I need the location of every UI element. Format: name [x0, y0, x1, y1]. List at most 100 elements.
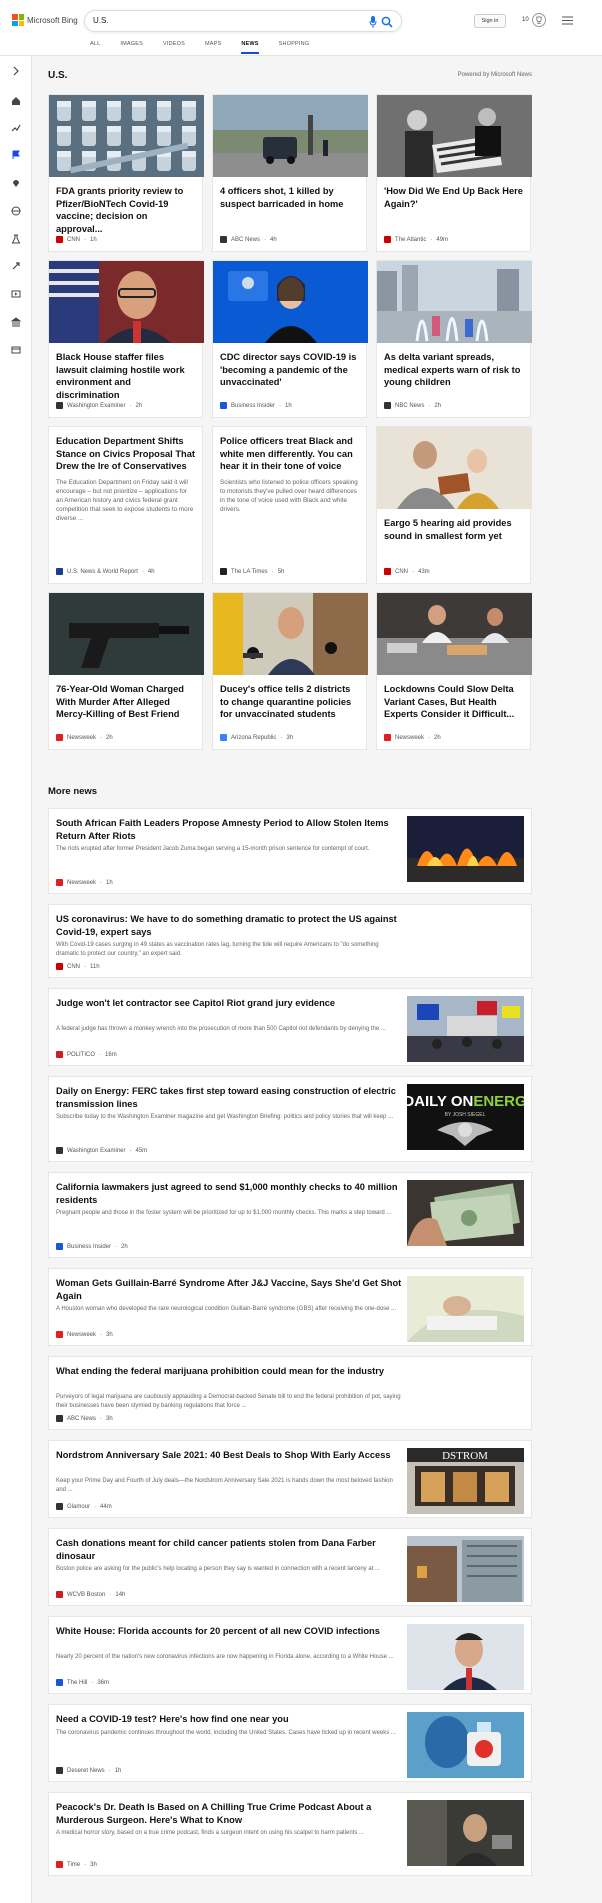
more-news-title[interactable]: Judge won't let contractor see Capitol R… — [56, 997, 402, 1010]
more-news-item[interactable]: South African Faith Leaders Propose Amne… — [48, 808, 532, 894]
news-card-title[interactable]: CDC director says COVID-19 is 'becoming … — [213, 343, 366, 389]
scope-all[interactable]: ALL — [90, 41, 100, 54]
more-news-source[interactable]: Washington Examiner · 45m — [56, 1147, 147, 1154]
news-card-title[interactable]: 76-Year-Old Woman Charged With Murder Af… — [49, 675, 202, 721]
more-news-thumbnail[interactable]: DAILY ONENERG BY JOSH SIEGEL — [403, 1084, 527, 1150]
news-card-title[interactable]: Education Department Shifts Stance on Ci… — [49, 427, 202, 473]
flag-icon[interactable] — [11, 150, 21, 160]
more-news-source[interactable]: Newsweek · 1h — [56, 879, 113, 886]
news-card-title[interactable]: Ducey's office tells 2 districts to chan… — [213, 675, 366, 721]
more-news-title[interactable]: California lawmakers just agreed to send… — [56, 1181, 402, 1207]
news-card-title[interactable]: Lockdowns Could Slow Delta Variant Cases… — [377, 675, 530, 721]
news-card-image[interactable] — [49, 261, 204, 343]
search-icon[interactable] — [381, 16, 393, 28]
film-icon[interactable] — [11, 289, 21, 299]
news-card-source[interactable]: CNN · 43m — [384, 568, 430, 575]
news-card-source[interactable]: The LA Times · 5h — [220, 568, 284, 575]
sign-in-button[interactable]: Sign in — [474, 14, 506, 28]
scope-videos[interactable]: VIDEOS — [163, 41, 185, 54]
trending-icon[interactable] — [11, 123, 21, 133]
news-card[interactable]: 4 officers shot, 1 killed by suspect bar… — [212, 94, 368, 252]
expand-icon[interactable] — [11, 66, 21, 76]
more-news-thumbnail[interactable] — [407, 1536, 524, 1602]
more-news-source[interactable]: Glamour · 44m — [56, 1503, 112, 1510]
news-card-title[interactable]: As delta variant spreads, medical expert… — [377, 343, 530, 389]
news-card-image[interactable] — [213, 261, 368, 343]
news-card-image[interactable] — [49, 95, 204, 177]
more-news-title[interactable]: Nordstrom Anniversary Sale 2021: 40 Best… — [56, 1449, 402, 1462]
scope-news[interactable]: NEWS — [241, 41, 259, 54]
news-card[interactable]: 76-Year-Old Woman Charged With Murder Af… — [48, 592, 204, 750]
news-card-source[interactable]: NBC News · 2h — [384, 402, 441, 409]
more-news-item[interactable]: Daily on Energy: FERC takes first step t… — [48, 1076, 532, 1162]
rocket-icon[interactable] — [11, 261, 21, 271]
more-news-title[interactable]: Need a COVID-19 test? Here's how find on… — [56, 1713, 402, 1726]
more-news-title[interactable]: Woman Gets Guillain-Barré Syndrome After… — [56, 1277, 402, 1303]
more-news-thumbnail[interactable] — [407, 1276, 524, 1342]
scope-shopping[interactable]: SHOPPING — [279, 41, 310, 54]
news-card-source[interactable]: Newsweek · 2h — [56, 734, 113, 741]
more-news-item[interactable]: Judge won't let contractor see Capitol R… — [48, 988, 532, 1066]
more-news-item[interactable]: Cash donations meant for child cancer pa… — [48, 1528, 532, 1606]
news-card-source[interactable]: ABC News · 4h — [220, 236, 277, 243]
news-card-source[interactable]: Newsweek · 2h — [384, 734, 441, 741]
news-card[interactable]: 'How Did We End Up Back Here Again?' The … — [376, 94, 532, 252]
news-card-source[interactable]: The Atlantic · 49m — [384, 236, 448, 243]
more-news-title[interactable]: Daily on Energy: FERC takes first step t… — [56, 1085, 402, 1111]
search-query[interactable]: U.S. — [93, 16, 109, 25]
news-card-title[interactable]: Eargo 5 hearing aid provides sound in sm… — [377, 509, 530, 542]
news-card-image[interactable] — [377, 427, 532, 509]
news-card-source[interactable]: Washington Examiner · 2h — [56, 402, 142, 409]
more-news-title[interactable]: South African Faith Leaders Propose Amne… — [56, 817, 402, 843]
more-news-thumbnail[interactable]: DSTROM — [407, 1448, 524, 1514]
more-news-source[interactable]: ABC News · 3h — [56, 1415, 113, 1422]
news-card-title[interactable]: Police officers treat Black and white me… — [213, 427, 366, 473]
news-card-image[interactable] — [377, 95, 532, 177]
home-icon[interactable] — [11, 96, 21, 106]
news-card-image[interactable] — [213, 593, 368, 675]
more-news-thumbnail[interactable] — [407, 1624, 524, 1690]
news-card[interactable]: Eargo 5 hearing aid provides sound in sm… — [376, 426, 532, 584]
more-news-source[interactable]: Deseret News · 1h — [56, 1767, 121, 1774]
news-card[interactable]: Lockdowns Could Slow Delta Variant Cases… — [376, 592, 532, 750]
news-card[interactable]: CDC director says COVID-19 is 'becoming … — [212, 260, 368, 418]
news-card-title[interactable]: 4 officers shot, 1 killed by suspect bar… — [213, 177, 366, 210]
news-card-source[interactable]: U.S. News & World Report · 4h — [56, 568, 155, 575]
news-card-title[interactable]: Black House staffer files lawsuit claimi… — [49, 343, 202, 401]
more-news-source[interactable]: The Hill · 36m — [56, 1679, 109, 1686]
news-card-source[interactable]: CNN · 1h — [56, 236, 97, 243]
more-news-item[interactable]: US coronavirus: We have to do something … — [48, 904, 532, 978]
news-card[interactable]: Ducey's office tells 2 districts to chan… — [212, 592, 368, 750]
globe-icon[interactable] — [11, 206, 21, 216]
bank-icon[interactable] — [11, 317, 21, 327]
location-icon[interactable] — [11, 178, 21, 188]
more-news-item[interactable]: Need a COVID-19 test? Here's how find on… — [48, 1704, 532, 1782]
news-card-image[interactable] — [49, 593, 204, 675]
news-card[interactable]: FDA grants priority review to Pfizer/Bio… — [48, 94, 204, 252]
news-card[interactable]: Police officers treat Black and white me… — [212, 426, 367, 584]
more-news-source[interactable]: Time · 3h — [56, 1861, 97, 1868]
more-news-source[interactable]: WCVB Boston · 14h — [56, 1591, 125, 1598]
news-card-image[interactable] — [377, 261, 532, 343]
more-news-source[interactable]: POLITICO · 16m — [56, 1051, 117, 1058]
search-input[interactable]: U.S. — [84, 10, 402, 32]
more-news-thumbnail[interactable] — [407, 1712, 524, 1778]
science-icon[interactable] — [11, 234, 21, 244]
scope-images[interactable]: IMAGES — [120, 41, 143, 54]
more-news-source[interactable]: CNN · 11h — [56, 963, 100, 970]
more-news-item[interactable]: California lawmakers just agreed to send… — [48, 1172, 532, 1258]
more-news-item[interactable]: Nordstrom Anniversary Sale 2021: 40 Best… — [48, 1440, 532, 1518]
more-news-thumbnail[interactable] — [407, 1180, 524, 1246]
more-news-title[interactable]: White House: Florida accounts for 20 per… — [56, 1625, 402, 1638]
more-news-thumbnail[interactable] — [407, 816, 524, 882]
more-news-source[interactable]: Newsweek · 3h — [56, 1331, 113, 1338]
news-card[interactable]: As delta variant spreads, medical expert… — [376, 260, 532, 418]
scope-maps[interactable]: MAPS — [205, 41, 221, 54]
more-news-thumbnail[interactable] — [407, 1800, 524, 1866]
news-card-title[interactable]: FDA grants priority review to Pfizer/Bio… — [49, 177, 202, 235]
more-news-title[interactable]: Cash donations meant for child cancer pa… — [56, 1537, 402, 1563]
more-news-thumbnail[interactable] — [407, 996, 524, 1062]
more-news-title[interactable]: What ending the federal marijuana prohib… — [56, 1365, 402, 1378]
news-card[interactable]: Black House staffer files lawsuit claimi… — [48, 260, 204, 418]
news-card-image[interactable] — [213, 95, 368, 177]
